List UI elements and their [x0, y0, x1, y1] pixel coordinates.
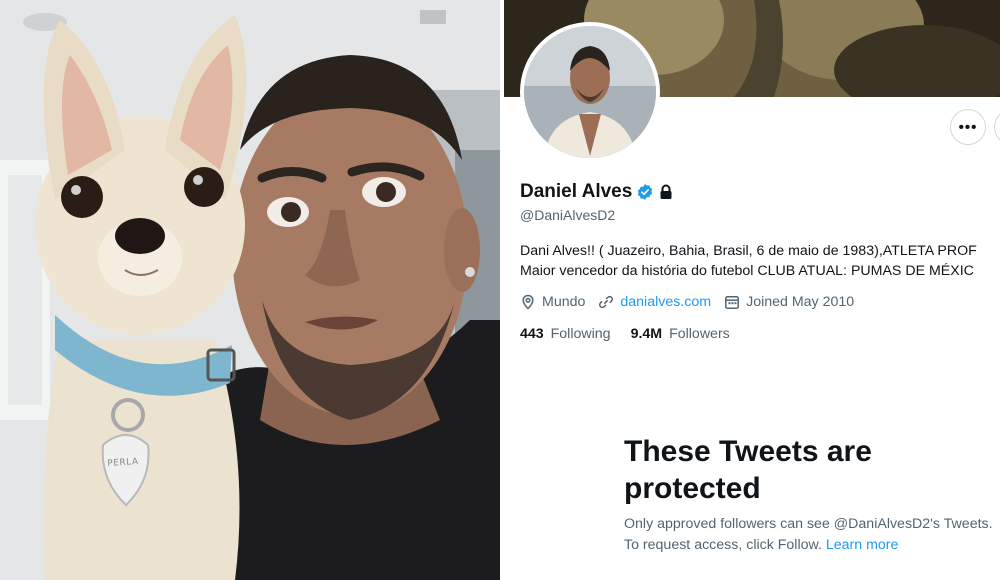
- verified-badge-icon: [638, 184, 653, 200]
- bio-line: Dani Alves!! ( Juazeiro, Bahia, Brasil, …: [520, 243, 977, 259]
- profile-location: Mundo: [520, 294, 585, 310]
- joined-text: Joined May 2010: [746, 294, 855, 310]
- twitter-profile: ••• Daniel Alves @DaniAlvesD2 Dani Alves…: [504, 0, 1000, 580]
- profile-meta: Mundo danialves.com Joined May 2010: [520, 294, 867, 310]
- name-row: Daniel Alves: [520, 181, 673, 203]
- website-link[interactable]: danialves.com: [620, 294, 711, 310]
- link-icon: [599, 295, 614, 309]
- location-text: Mundo: [542, 294, 586, 310]
- followers-count: 9.4M: [630, 326, 663, 342]
- followers-stat[interactable]: 9.4M Followers: [631, 326, 730, 342]
- more-horizontal-icon: •••: [958, 118, 978, 136]
- selfie-photo: PERLA: [0, 0, 500, 580]
- followers-label: Followers: [669, 326, 730, 342]
- profile-bio: Dani Alves!! ( Juazeiro, Bahia, Brasil, …: [520, 241, 1000, 281]
- profile-display-name: Daniel Alves: [520, 181, 633, 202]
- following-count: 443: [520, 326, 544, 342]
- protected-message: Only approved followers can see @DaniAlv…: [624, 514, 994, 556]
- protected-title: These Tweets are protected: [624, 435, 872, 505]
- extra-action-button[interactable]: [994, 109, 1000, 145]
- profile-website[interactable]: danialves.com: [598, 294, 711, 310]
- following-stat[interactable]: 443 Following: [520, 326, 611, 342]
- profile-avatar[interactable]: [520, 22, 660, 162]
- following-label: Following: [550, 326, 611, 342]
- location-pin-icon: [522, 294, 534, 310]
- profile-handle: @DaniAlvesD2: [520, 207, 616, 223]
- more-options-button[interactable]: •••: [950, 109, 986, 145]
- lock-icon: [660, 184, 672, 199]
- learn-more-link[interactable]: Learn more: [826, 537, 899, 553]
- protected-body-text: Only approved followers can see @DaniAlv…: [624, 516, 993, 553]
- bio-line: Maior vencedor da história do futebol CL…: [520, 263, 974, 279]
- profile-joined: Joined May 2010: [724, 294, 854, 310]
- avatar-image: [524, 26, 656, 158]
- calendar-icon: [725, 296, 740, 309]
- profile-stats: 443 Following 9.4M Followers: [520, 326, 750, 342]
- selfie-illustration: [0, 0, 500, 580]
